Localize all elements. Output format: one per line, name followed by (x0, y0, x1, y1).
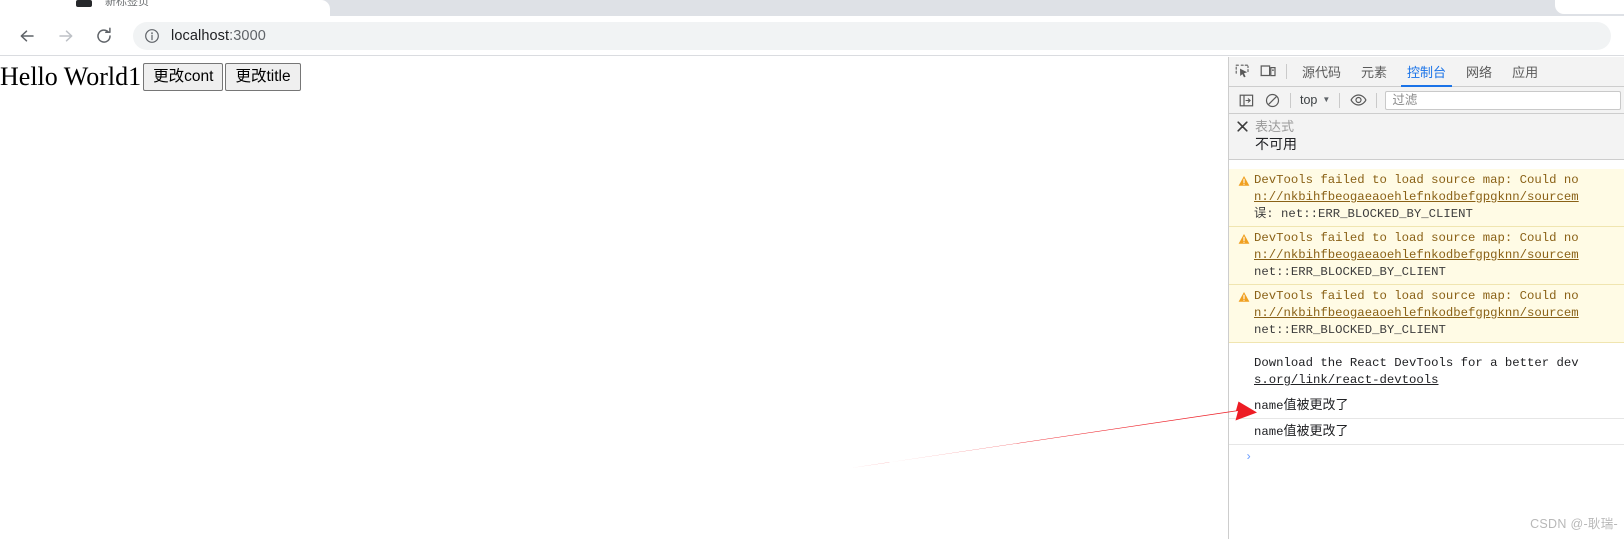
back-button[interactable] (13, 22, 41, 50)
url-rest: :3000 (229, 28, 266, 44)
reload-icon (97, 27, 111, 43)
browser-toolbar: localhost:3000 (0, 16, 1624, 56)
device-toolbar-icon[interactable] (1255, 59, 1281, 85)
live-expression-value: 不可用 (1255, 136, 1297, 152)
console-log-latin: name (1254, 425, 1284, 439)
react-devtools-link[interactable]: s.org/link/react-devtools (1254, 372, 1624, 389)
warning-line-1: DevTools failed to load source map: Coul… (1254, 231, 1579, 245)
devtools-tabbar: 源代码 元素 控制台 网络 应用 (1229, 57, 1624, 87)
live-expression-strip: 表达式 不可用 (1229, 114, 1624, 160)
toolbar-divider-3 (1376, 92, 1378, 108)
url-host: localhost (171, 28, 230, 44)
forward-button[interactable] (52, 22, 80, 50)
react-devtools-body: Download the React DevTools for a better… (1229, 355, 1624, 389)
active-tab[interactable] (0, 0, 330, 16)
chevron-right-icon: › (1245, 450, 1253, 464)
live-expression-placeholder[interactable]: 表达式 (1255, 118, 1294, 135)
close-icon[interactable] (1235, 119, 1249, 133)
tab-elements[interactable]: 元素 (1351, 57, 1397, 87)
info-circle-icon[interactable] (144, 28, 160, 44)
page-viewport: Hello World1 更改cont 更改title (0, 57, 1228, 539)
tab-network[interactable]: 网络 (1456, 57, 1502, 87)
toolbar-divider-1 (1290, 92, 1291, 108)
warning-source-link[interactable]: n://nkbihfbeogaeaoehlefnkodbefgpgknn/sou… (1254, 305, 1624, 322)
console-log-message-highlighted[interactable]: name值被更改了 (1229, 419, 1624, 445)
devtools-panel: 源代码 元素 控制台 网络 应用 top ▼ 过滤 表达式 不可用 DevToo… (1228, 57, 1624, 539)
warning-body: DevTools failed to load source map: Coul… (1229, 230, 1624, 281)
warning-source-link[interactable]: n://nkbihfbeogaeaoehlefnkodbefgpgknn/sou… (1254, 189, 1624, 206)
create-live-expression-icon[interactable] (1345, 87, 1371, 113)
console-log-cjk: 值被更改了 (1283, 423, 1349, 438)
console-warning-message[interactable]: DevTools failed to load source map: Coul… (1229, 169, 1624, 227)
console-message-list[interactable]: DevTools failed to load source map: Coul… (1229, 169, 1624, 539)
chevron-down-icon: ▼ (1322, 95, 1331, 104)
console-warning-message[interactable]: DevTools failed to load source map: Coul… (1229, 227, 1624, 285)
tab-sources[interactable]: 源代码 (1292, 57, 1351, 87)
warning-line-1: DevTools failed to load source map: Coul… (1254, 173, 1579, 187)
tab-network-label: 网络 (1466, 65, 1493, 80)
warning-source-link[interactable]: n://nkbihfbeogaeaoehlefnkodbefgpgknn/sou… (1254, 247, 1624, 264)
execution-context-selector[interactable]: top ▼ (1296, 93, 1334, 107)
warning-triangle-icon (1238, 232, 1250, 244)
console-log-message[interactable]: name值被更改了 (1229, 393, 1624, 419)
tab-console[interactable]: 控制台 (1397, 57, 1456, 87)
warning-line-3: net::ERR_BLOCKED_BY_CLIENT (1254, 323, 1446, 337)
tab-title: 新标签页 (105, 0, 149, 6)
warning-line-3: net::ERR_BLOCKED_BY_CLIENT (1254, 265, 1446, 279)
warning-line-1: DevTools failed to load source map: Coul… (1254, 289, 1579, 303)
reload-button[interactable] (90, 22, 118, 50)
console-log-latin: name (1254, 399, 1284, 413)
tabbar-divider (1286, 64, 1287, 79)
console-input-prompt[interactable]: › (1229, 445, 1624, 465)
console-sidebar-icon[interactable] (1233, 87, 1259, 113)
warning-triangle-icon (1238, 290, 1250, 302)
warning-triangle-icon (1238, 174, 1250, 186)
tab-favicon (76, 0, 92, 7)
console-filter[interactable] (1385, 90, 1621, 110)
console-log-text: name值被更改了 (1229, 422, 1624, 441)
warning-line-3: 误: net::ERR_BLOCKED_BY_CLIENT (1254, 207, 1473, 221)
tab-sources-label: 源代码 (1302, 65, 1342, 80)
console-toolbar: top ▼ (1229, 87, 1624, 114)
address-bar-url: localhost:3000 (171, 28, 266, 44)
arrow-left-icon (20, 30, 34, 42)
change-content-button[interactable]: 更改cont (143, 63, 224, 91)
console-log-text: name值被更改了 (1229, 396, 1624, 415)
react-devtools-line-1: Download the React DevTools for a better… (1254, 356, 1579, 370)
page-title: Hello World1 (0, 62, 142, 91)
tabstrip-empty-area (330, 0, 1624, 16)
inspect-element-icon[interactable] (1229, 59, 1255, 85)
toolbar-divider-2 (1339, 92, 1341, 108)
console-warning-message[interactable]: DevTools failed to load source map: Coul… (1229, 285, 1624, 343)
browser-tab-strip: 新标签页 (0, 0, 1624, 16)
tab-elements-label: 元素 (1361, 65, 1388, 80)
csdn-watermark: CSDN @-耿瑞- (1530, 517, 1618, 531)
arrow-right-icon (59, 30, 73, 42)
live-expression-row: 表达式 (1229, 118, 1624, 135)
clear-console-icon[interactable] (1259, 87, 1285, 113)
change-title-button[interactable]: 更改title (225, 63, 301, 91)
address-bar[interactable]: localhost:3000 (133, 22, 1611, 50)
warning-body: DevTools failed to load source map: Coul… (1229, 288, 1624, 339)
tab-application-label: 应用 (1512, 65, 1539, 80)
tab-application[interactable]: 应用 (1502, 57, 1548, 87)
console-info-message[interactable]: Download the React DevTools for a better… (1229, 343, 1624, 393)
tab-console-label: 控制台 (1407, 65, 1447, 80)
page-heading-row: Hello World1 更改cont 更改title (0, 62, 301, 92)
execution-context-value: top (1300, 93, 1318, 107)
tabstrip-right-corner (1555, 0, 1624, 14)
warning-body: DevTools failed to load source map: Coul… (1229, 172, 1624, 223)
console-filter-input[interactable] (1386, 93, 1620, 107)
console-log-cjk: 值被更改了 (1283, 397, 1349, 412)
